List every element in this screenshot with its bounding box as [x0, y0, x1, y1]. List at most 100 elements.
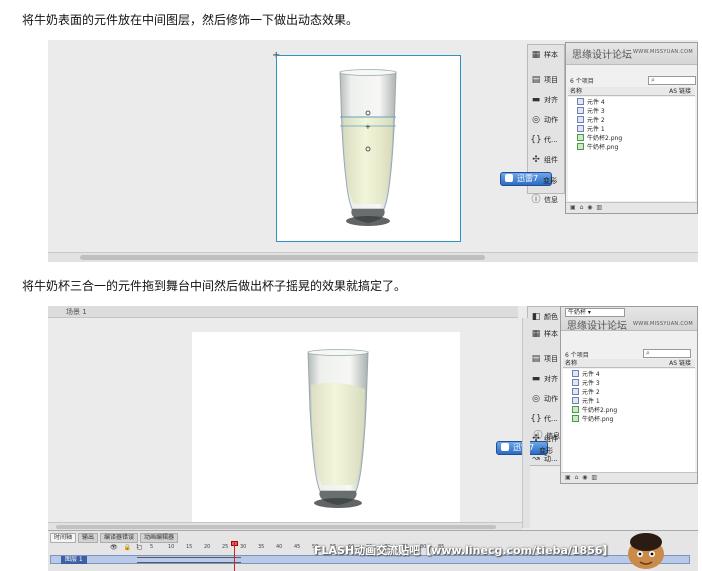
- library-item[interactable]: 元件 4: [568, 97, 695, 106]
- side-item-align[interactable]: ▬ 对齐: [528, 90, 564, 110]
- side-item-components[interactable]: ✣ 组件: [528, 150, 564, 170]
- frame-number: 25: [222, 544, 229, 550]
- edit-bar: 场景 1: [48, 306, 518, 318]
- library-item-count: 6 个项目: [570, 78, 594, 85]
- milk-glass-image: +: [339, 69, 397, 226]
- symbol-icon: [577, 125, 584, 132]
- library-item[interactable]: 元件 4: [563, 369, 695, 378]
- frame-number: 35: [258, 544, 265, 550]
- actions-icon: ◎: [532, 394, 540, 404]
- library-item[interactable]: 元件 2: [568, 115, 695, 124]
- forum-watermark: FLASH动画交流贴吧【www.linecg.com/tieba/1856】: [314, 544, 614, 557]
- info-icon: ⓘ: [533, 431, 543, 441]
- symbol-icon: [572, 379, 579, 386]
- tab-compiler-errors[interactable]: 编译器错误: [100, 533, 139, 543]
- xunlei-logo-icon: [501, 443, 509, 451]
- bitmap-icon: [577, 134, 584, 141]
- symbol-icon: [572, 388, 579, 395]
- library-item[interactable]: 元件 1: [563, 396, 695, 405]
- frame-number: 30: [240, 544, 247, 550]
- library-item[interactable]: 牛奶杯2.png: [563, 405, 695, 414]
- stage-canvas[interactable]: +: [276, 55, 461, 242]
- library-footer-buttons[interactable]: ▣ ⌂ ◉ ▥: [566, 202, 697, 213]
- svg-text:+: +: [365, 123, 371, 131]
- side-item-info[interactable]: ⓘ 信息: [528, 190, 564, 210]
- horizontal-scrollbar[interactable]: [48, 522, 522, 530]
- bitmap-icon: [572, 406, 579, 413]
- xunlei-logo-icon: [505, 174, 513, 182]
- milk-glass-image: [307, 349, 369, 508]
- cartoon-mascot-image: [628, 533, 664, 569]
- caption-top: 将牛奶表面的元件放在中间图层，然后修饰一下做出动态效果。: [22, 13, 359, 27]
- library-footer-buttons[interactable]: ▣ ⌂ ◉ ▥: [561, 472, 697, 483]
- scrollbar-thumb[interactable]: [56, 525, 496, 529]
- frame-number: 15: [186, 544, 193, 550]
- frame-span[interactable]: [137, 557, 241, 563]
- bitmap-icon: [577, 143, 584, 150]
- scene-breadcrumb[interactable]: 场景 1: [66, 308, 87, 316]
- layer-name[interactable]: 图层 1: [61, 556, 87, 564]
- frame-number: 45: [294, 544, 301, 550]
- symbol-icon: [577, 107, 584, 114]
- symbol-icon: [577, 98, 584, 105]
- library-item[interactable]: 元件 2: [563, 387, 695, 396]
- symbol-icon: [572, 397, 579, 404]
- side-item-actions[interactable]: ◎ 动作: [528, 110, 564, 130]
- library-dropdown[interactable]: 牛奶杯 ▾: [565, 308, 625, 317]
- symbol-icon: [572, 370, 579, 377]
- library-item-count: 6 个项目: [565, 352, 589, 359]
- side-item-actions[interactable]: ◎ 动作: [528, 389, 564, 409]
- library-list: 元件 4 元件 3 元件 2 元件 1 牛奶杯2.png 牛奶杯.png: [563, 369, 695, 473]
- code-icon: {}: [530, 135, 542, 145]
- flash-screenshot-bottom: 场景 1 ◧颜色 ▦样本 ▤项目 ▬对齐 ◎动作 {}代... ✣: [48, 306, 698, 571]
- info-icon: ⓘ: [531, 195, 541, 205]
- color-icon: ◧: [531, 312, 541, 322]
- frame-number: 10: [168, 544, 175, 550]
- timeline-tabs: 时间轴 输出 编译器错误 动画编辑器: [50, 533, 179, 543]
- library-search-input[interactable]: ⌕: [643, 349, 691, 358]
- library-title: 思缘设计论坛: [567, 321, 627, 332]
- project-icon: ▤: [531, 354, 541, 364]
- side-item-swatches[interactable]: ▦ 样本: [528, 45, 564, 65]
- components-icon: ✣: [532, 155, 540, 165]
- swatches-icon: ▦: [531, 329, 541, 339]
- library-watermark: WWW.MISSYUAN.COM: [633, 321, 693, 327]
- frame-number: 40: [276, 544, 283, 550]
- vertical-scrollbar[interactable]: [522, 318, 530, 528]
- side-item-code[interactable]: {} 代...: [528, 130, 564, 150]
- library-item[interactable]: 牛奶杯2.png: [568, 133, 695, 142]
- tab-output[interactable]: 输出: [78, 533, 99, 543]
- side-item-project[interactable]: ▤ 项目: [528, 70, 564, 90]
- align-icon: ▬: [531, 95, 541, 105]
- actions-icon: ◎: [532, 115, 540, 125]
- caption-middle: 将牛奶杯三合一的元件拖到舞台中间然后做出杯子摇晃的效果就搞定了。: [22, 279, 407, 293]
- symbol-icon: [577, 116, 584, 123]
- library-title: 思缘设计论坛: [572, 50, 632, 61]
- project-icon: ▤: [531, 75, 541, 85]
- playhead-line: [234, 541, 235, 571]
- library-column-header: 名称 AS 链接: [568, 87, 695, 96]
- side-item-align[interactable]: ▬ 对齐: [528, 369, 564, 389]
- library-item[interactable]: 牛奶杯.png: [563, 414, 695, 423]
- side-item-color[interactable]: ◧ 颜色: [528, 307, 564, 327]
- horizontal-scrollbar[interactable]: [48, 252, 698, 262]
- library-column-header: 名称 AS 链接: [563, 359, 695, 368]
- code-icon: {}: [530, 414, 542, 424]
- scrollbar-thumb[interactable]: [80, 255, 485, 260]
- side-item-project[interactable]: ▤ 项目: [528, 349, 564, 369]
- side-item-transform[interactable]: 变形: [540, 171, 557, 191]
- tab-motion-editor[interactable]: 动画编辑器: [140, 533, 179, 543]
- library-panel: 思缘设计论坛 WWW.MISSYUAN.COM 6 个项目 ⌕ 名称 AS 链接…: [565, 42, 698, 214]
- library-item[interactable]: 元件 3: [568, 106, 695, 115]
- side-item-swatches[interactable]: ▦ 样本: [528, 327, 564, 341]
- stage-canvas[interactable]: [192, 332, 460, 522]
- library-panel: 牛奶杯 ▾ 思缘设计论坛 WWW.MISSYUAN.COM 6 个项目 ⌕ 名称…: [560, 306, 698, 484]
- library-item[interactable]: 元件 3: [563, 378, 695, 387]
- library-item[interactable]: 元件 1: [568, 124, 695, 133]
- side-item-transform[interactable]: 变形: [536, 441, 553, 461]
- library-item[interactable]: 牛奶杯.png: [568, 142, 695, 151]
- frame-number: 5: [150, 544, 154, 550]
- library-search-input[interactable]: ⌕: [648, 76, 696, 85]
- tab-timeline[interactable]: 时间轴: [50, 533, 77, 543]
- swatches-icon: ▦: [531, 50, 541, 60]
